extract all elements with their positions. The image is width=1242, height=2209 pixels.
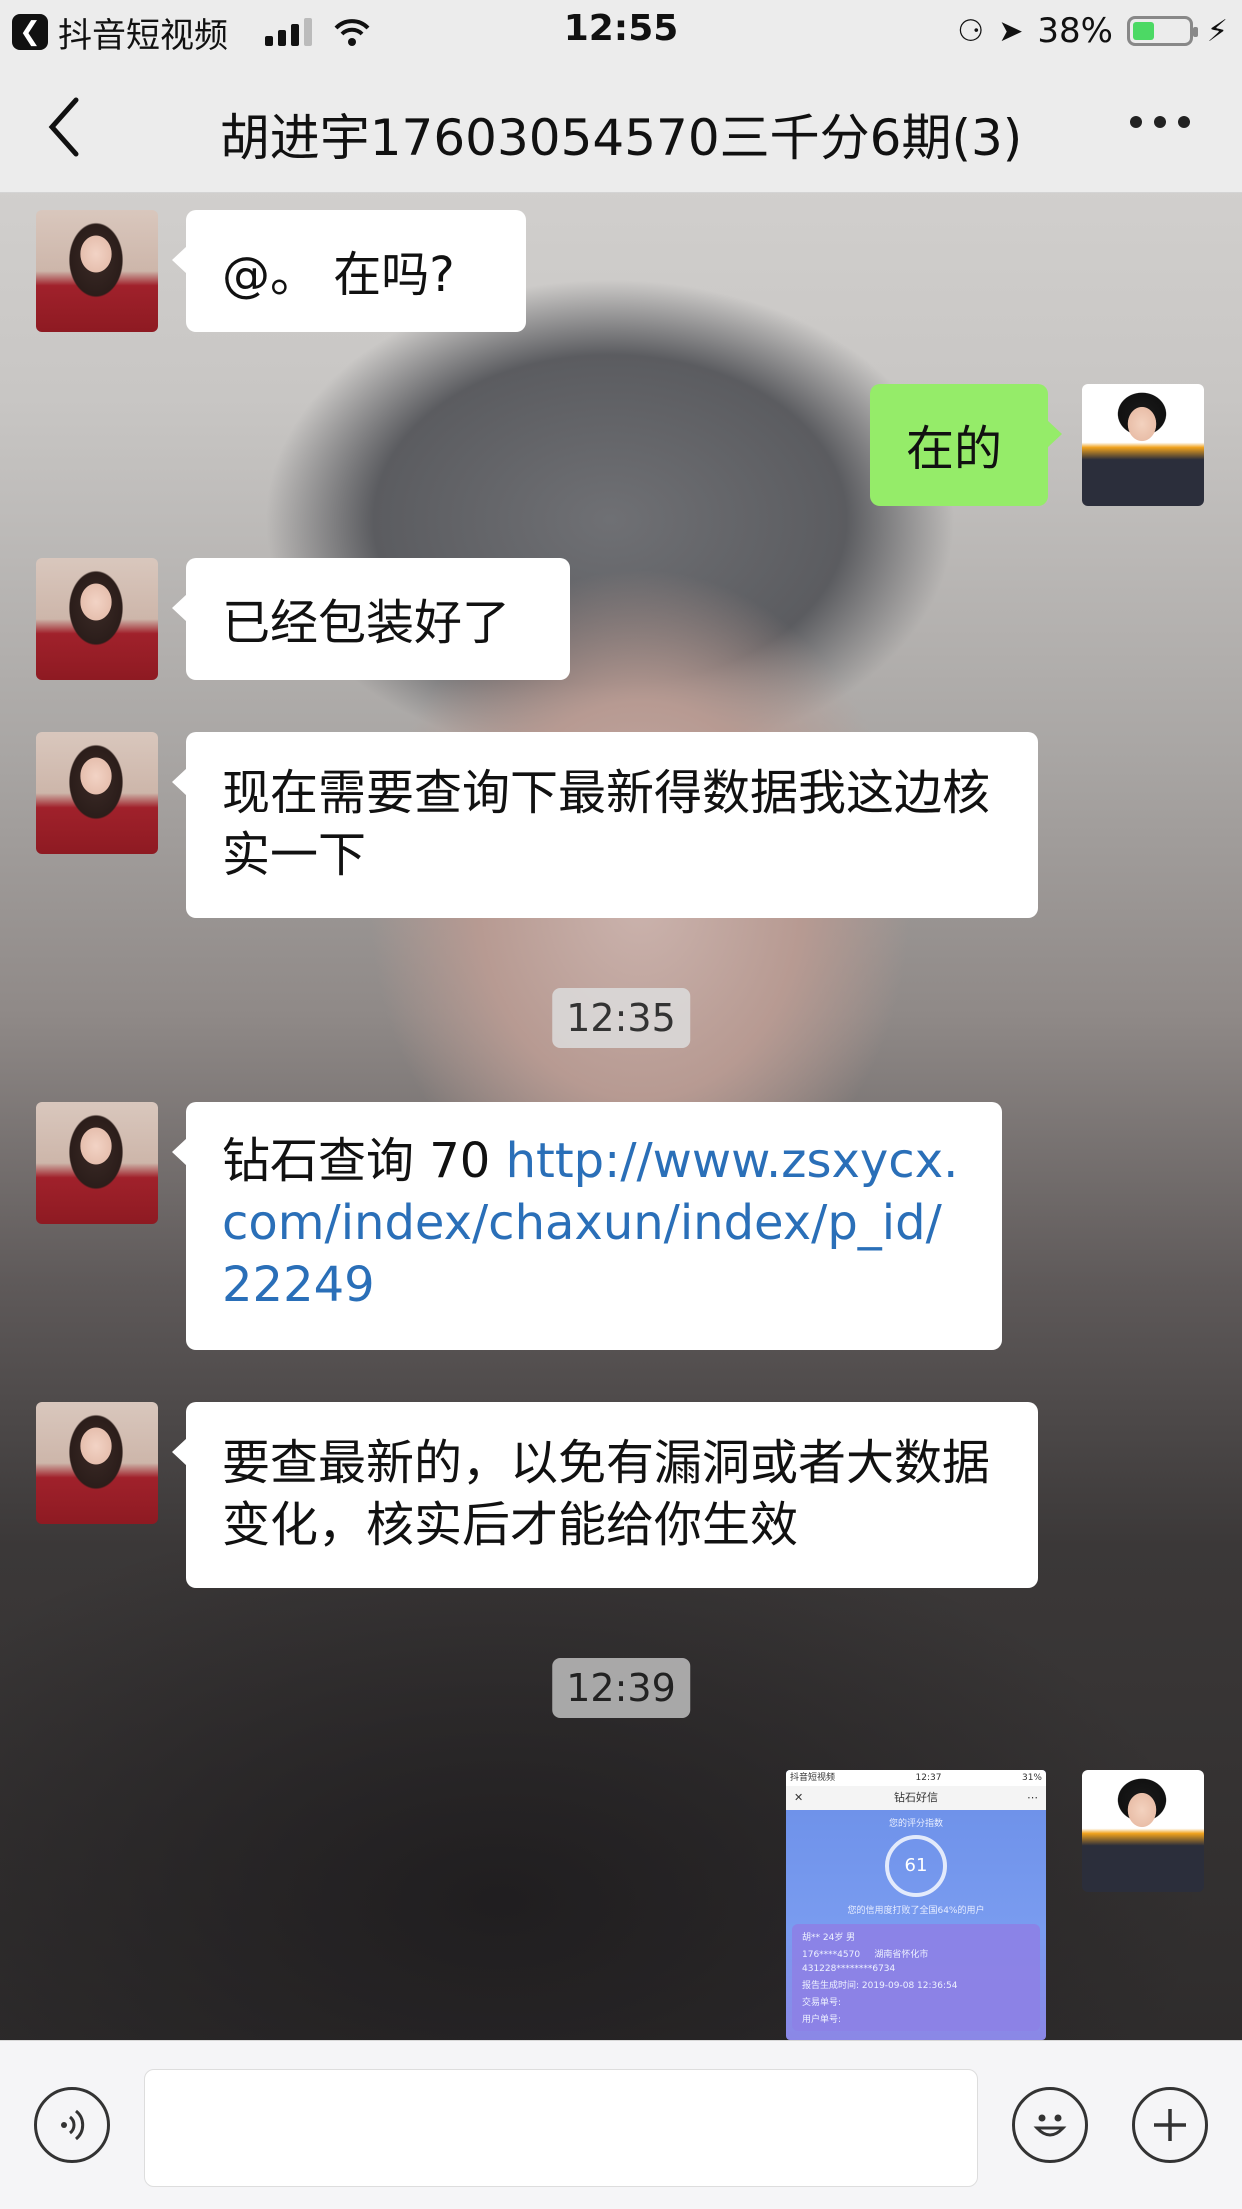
more-options-icon[interactable] (1130, 116, 1190, 128)
thumb-status-time: 12:37 (915, 1773, 942, 1783)
thumb-line: 报告生成时间: 2019-09-08 12:36:54 (802, 1981, 958, 1991)
thumb-line: 431228********6734 (802, 1964, 896, 1974)
thumb-close-icon: ✕ (794, 1791, 804, 1804)
thumb-status-battery: 31% (1021, 1773, 1042, 1783)
battery-icon (1126, 16, 1198, 46)
charging-icon: ⚡ (1206, 13, 1228, 49)
message-timestamp: 12:35 (552, 988, 690, 1048)
thumb-status-bar: 抖音短视频 12:37 31% (786, 1770, 1046, 1786)
message-bubble-link[interactable]: 钻石查询 70 http://www.zsxycx.com/index/chax… (172, 1102, 1002, 1350)
thumb-more-icon: ⋯ (1027, 1791, 1038, 1804)
emoji-button[interactable] (1012, 2087, 1088, 2163)
location-icon: ➤ (998, 13, 1024, 49)
chat-header: 胡进宇17603054570三千分6期(3) (0, 62, 1242, 193)
thumb-score: 61 (885, 1835, 947, 1897)
contact-avatar[interactable] (36, 732, 158, 854)
chat-title: 胡进宇17603054570三千分6期(3) (219, 109, 1023, 167)
orientation-lock-icon: ⚆ (957, 13, 985, 49)
contact-avatar[interactable] (36, 210, 158, 332)
contact-avatar[interactable] (36, 1102, 158, 1224)
emoji-icon (1033, 2114, 1067, 2137)
contact-avatar[interactable] (36, 1402, 158, 1524)
thumb-line: 用户单号: (802, 2015, 842, 2025)
thumb-status-app: 抖音短视频 (790, 1773, 836, 1783)
thumb-beat-text: 您的信用度打败了全国64%的用户 (847, 1906, 985, 1916)
thumb-info-card: 胡** 24岁 男 176****4570 湖南省怀化市 431228*****… (792, 1924, 1040, 2031)
battery-percent: 38% (1037, 11, 1113, 51)
back-chevron-icon[interactable] (40, 92, 90, 162)
message-bubble-self[interactable]: 在的 (870, 384, 1062, 506)
message-bubble[interactable]: 现在需要查询下最新得数据我这边核实一下 (172, 732, 1038, 918)
my-avatar[interactable] (1082, 384, 1204, 506)
thumb-subtitle: 您的评分指数 (888, 1819, 943, 1829)
message-input[interactable] (144, 2069, 978, 2187)
image-message-thumbnail[interactable]: 抖音短视频 12:37 31% ✕ 钻石好信 ⋯ 您的评分指数 61 您的信用度… (786, 1770, 1046, 2040)
message-timestamp: 12:39 (552, 1658, 690, 1718)
thumb-title: 钻石好信 (894, 1791, 938, 1804)
plus-icon (1154, 2109, 1186, 2141)
thumb-line: 交易单号: (802, 1998, 842, 2008)
input-bar (0, 2040, 1242, 2209)
message-bubble[interactable]: 要查最新的，以免有漏洞或者大数据变化，核实后才能给你生效 (172, 1402, 1038, 1588)
voice-input-button[interactable] (34, 2087, 110, 2163)
thumb-line: 176****4570 湖南省怀化市 (802, 1950, 929, 1960)
message-text: 钻石查询 70 (222, 1133, 506, 1189)
contact-avatar[interactable] (36, 558, 158, 680)
status-bar: ❮ 抖音短视频 12:55 ⚆ ➤ 38% ⚡ (0, 0, 1242, 62)
thumb-line: 胡** 24岁 男 (802, 1933, 856, 1943)
message-bubble[interactable]: @。 在吗? (172, 210, 526, 332)
thumb-header: ✕ 钻石好信 ⋯ (786, 1786, 1046, 1810)
my-avatar[interactable] (1082, 1770, 1204, 1892)
more-functions-button[interactable] (1132, 2087, 1208, 2163)
voice-icon (61, 2109, 85, 2141)
message-bubble[interactable]: 已经包装好了 (172, 558, 570, 680)
